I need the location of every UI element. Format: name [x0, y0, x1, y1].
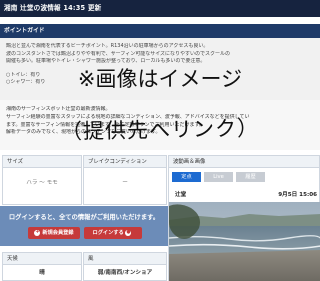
watermark-image-notice: ※画像はイメージ: [77, 67, 243, 91]
user-icon: +: [34, 229, 41, 236]
surf-camera-image[interactable]: [169, 202, 320, 281]
panel-label: 天候: [3, 253, 81, 265]
panel-label: サイズ: [3, 156, 81, 168]
break-condition-panel: ブレイクコンディション ー: [83, 155, 167, 205]
section-title: ポイントガイド: [4, 28, 45, 34]
watermark-link-notice: （提供先へリンク）: [60, 116, 260, 144]
camera-timestamp: 9月5日 15:06: [278, 192, 317, 198]
guide-text: 鵠沼と並んで湘南を代表するビーチポイント。R134沿いの駐車場からのアクセスも良…: [6, 43, 209, 49]
page-title: 湘南 辻堂の波情報 14:35 更新: [4, 4, 102, 12]
login-banner: ログインすると、全ての情報がご利用いただけます。 + 新規会員登録 ログインする …: [0, 206, 168, 246]
tab-live[interactable]: Live: [204, 172, 233, 182]
camera-tabs: 定点 Live 履歴: [172, 172, 265, 182]
login-label: ログインする: [92, 230, 124, 236]
divider: [0, 17, 320, 24]
camera-panel: 波動画＆画像 定点 Live 履歴 辻堂 9月5日 15:06: [168, 155, 320, 281]
tab-fixed[interactable]: 定点: [172, 172, 201, 182]
register-label: 新規会員登録: [42, 230, 74, 236]
login-button[interactable]: ログインする ●: [84, 227, 142, 239]
beach-photo: [169, 202, 320, 281]
section-header-guide: ポイントガイド: [0, 24, 320, 38]
break-value: ー: [122, 180, 128, 186]
weather-value: 晴: [39, 270, 45, 276]
register-button[interactable]: + 新規会員登録: [28, 227, 80, 239]
guide-text: 波のコンスタントさでは鵠沼よりやや有利で、サーフィン可能なサイズになりやすいので…: [6, 50, 231, 57]
panel-label: 風: [84, 253, 166, 265]
page-title-bar: 湘南 辻堂の波情報 14:35 更新: [0, 0, 320, 17]
weather-panel: 天候 晴: [2, 252, 82, 281]
tab-history[interactable]: 履歴: [236, 172, 265, 182]
panel-label: 波動画＆画像: [169, 156, 319, 168]
login-message: ログインすると、全ての情報がご利用いただけます。: [8, 214, 160, 221]
size-panel: サイズ ハラ ～ モモ: [2, 155, 82, 205]
wind-value: 弱/南南西/オンショア: [97, 270, 153, 276]
size-value: ハラ ～ モモ: [26, 180, 58, 186]
panel-label: ブレイクコンディション: [84, 156, 166, 168]
camera-location: 辻堂: [175, 192, 187, 198]
wind-panel: 風 弱/南南西/オンショア: [83, 252, 167, 281]
user-icon: ●: [125, 229, 132, 236]
